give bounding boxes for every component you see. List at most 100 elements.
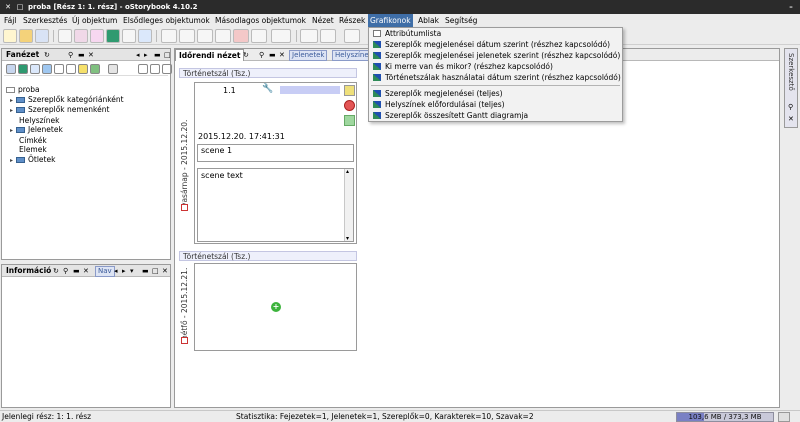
scroll-down-icon[interactable]: ▾ [346,235,349,242]
minimize-panel-icon[interactable]: ▬ [269,49,276,61]
menu-item-attributumlista[interactable]: Attribútumlista [369,28,622,39]
menu-item-helyszinek-teljes[interactable]: Helyszínek előfordulásai (teljes) [369,99,622,110]
tree-item-jelenetek[interactable]: ▸ Jelenetek [6,125,124,136]
show-memos-icon[interactable] [66,64,76,74]
menu-segitseg[interactable]: Segítség [443,14,479,27]
wrench-icon[interactable]: 🔧 [262,84,273,94]
new-chapter-icon[interactable] [74,29,88,43]
menu-item-szereplok-jelenetek[interactable]: Szereplők megjelenései jelenetek szerint… [369,50,622,61]
pin-icon[interactable]: ⚲ [68,49,73,61]
close-panel-icon[interactable]: ✕ [88,49,94,61]
menu-elsodleges[interactable]: Elsődleges objektumok [121,14,212,27]
tab-idorendi-nezet[interactable]: Időrendi nézet [175,49,245,61]
pin-icon[interactable]: ⚲ [259,49,264,61]
new-file-icon[interactable] [3,29,17,43]
scroll-right-icon[interactable]: ▸ [122,265,126,277]
grid-icon[interactable] [108,64,118,74]
scroll-right-icon[interactable]: ▸ [144,49,148,61]
show-items-icon[interactable] [42,64,52,74]
location-view-icon[interactable] [320,29,336,43]
scroll-left-icon[interactable]: ◂ [114,265,118,277]
tree-item-elemek[interactable]: Elemek [6,145,124,155]
new-location-icon[interactable] [106,29,120,43]
refresh-icon[interactable]: ↻ [53,265,59,277]
menu-nezet[interactable]: Nézet [310,14,336,27]
add-scene-icon[interactable]: + [271,302,281,312]
new-item-icon[interactable] [122,29,136,43]
minimize-panel-icon[interactable]: ▬ [78,49,85,61]
menu-masodlagos[interactable]: Másodlagos objektumok [213,14,308,27]
tab-list-icon[interactable]: ▾ [130,265,134,277]
menu-item-szereplok-teljes[interactable]: Szereplők megjelenései (teljes) [369,88,622,99]
memoria-view-icon[interactable] [233,29,249,43]
expand-all-icon[interactable] [150,64,160,74]
restore-panel-icon[interactable]: □ [164,49,171,61]
tree-view-icon[interactable] [271,29,291,43]
show-parts-icon[interactable] [6,64,16,74]
new-tag-icon[interactable] [138,29,152,43]
book-view-icon[interactable] [179,29,195,43]
memory-indicator[interactable]: 103,6 MB / 373,3 MB [676,412,774,422]
save-icon[interactable] [35,29,49,43]
scene-text-field[interactable]: scene text ▴ ▾ [197,168,354,242]
menu-item-szereplok-datum[interactable]: Szereplők megjelenései dátum szerint (ré… [369,39,622,50]
tree-options-icon[interactable] [162,64,172,74]
minimize-panel-icon[interactable]: ▬ [73,265,80,277]
show-strands-icon[interactable] [90,64,100,74]
scrollbar[interactable]: ▴ ▾ [344,168,353,242]
tab-szerkeszto[interactable]: Szerkesztő [787,53,795,91]
tree-item-cimkek[interactable]: Címkék [6,136,124,146]
edit-icon[interactable] [344,85,355,96]
close-panel-icon[interactable]: ✕ [83,265,89,277]
close-panel-icon[interactable]: ✕ [279,49,285,61]
panel-menu-icon[interactable]: ▬ [154,49,161,61]
collapse-all-icon[interactable] [138,64,148,74]
show-tags-icon[interactable] [30,64,40,74]
tree-item-helyszinek[interactable]: Helyszínek [6,116,124,126]
scene-card[interactable]: 1.1 🔧 2015.12.20. 17:41:31 scene 1 scene… [194,82,357,244]
open-folder-icon[interactable] [19,29,33,43]
menu-ablak[interactable]: Ablak [416,14,441,27]
pin-icon[interactable]: ⚲ [63,265,68,277]
menu-item-ki-merre[interactable]: Ki merre van és mikor? (részhez kapcsoló… [369,61,622,72]
menu-reszek[interactable]: Részek [337,14,367,27]
refresh-icon[interactable]: ↻ [243,49,249,61]
menu-grafikonok[interactable]: Grafikonok [368,14,413,27]
menu-szerkesztes[interactable]: Szerkesztés [21,14,69,27]
tree-item-otletek[interactable]: ▸ Ötletek [6,155,124,166]
refresh-icon[interactable]: ↻ [44,49,50,61]
chrono-view-icon[interactable] [161,29,177,43]
close-panel-icon[interactable]: ✕ [788,115,794,123]
editor-side-panel[interactable]: Szerkesztő ⚲ ✕ [784,48,798,128]
new-part-icon[interactable] [58,29,72,43]
minimize-window-icon[interactable]: – [786,0,796,14]
panel-menu-icon[interactable]: ▬ [142,265,149,277]
tab-jelenetek[interactable]: Jelenetek [289,50,328,61]
restore-panel-icon[interactable]: □ [152,265,159,277]
tree-item-root[interactable]: proba [6,85,124,95]
scroll-up-icon[interactable]: ▴ [346,168,349,175]
new-character-icon[interactable] [90,29,104,43]
show-ideas-icon[interactable] [54,64,64,74]
new-scene-icon[interactable] [344,115,355,126]
pin-icon[interactable]: ⚲ [788,103,793,111]
tree-item-szereplok-kategoria[interactable]: ▸ Szereplők kategóriánként [6,95,124,106]
empty-scene-slot[interactable]: + [194,263,357,351]
close-window-icon[interactable]: ✕ [3,0,13,14]
show-locations-icon[interactable] [18,64,28,74]
menu-uj-objektum[interactable]: Új objektum [70,14,119,27]
menu-item-tortenetszalak[interactable]: Történetszálak használatai dátum szerint… [369,72,622,83]
maximize-window-icon[interactable]: □ [15,0,25,14]
show-bulb-icon[interactable] [78,64,88,74]
storyboard-icon[interactable] [251,29,267,43]
manage-view-icon[interactable] [197,29,213,43]
delete-icon[interactable] [344,100,355,111]
garbage-collect-icon[interactable] [778,412,790,422]
link-icon[interactable] [300,29,318,43]
menu-fajl[interactable]: Fájl [2,14,18,27]
tab-nav[interactable]: Nav [95,266,115,277]
close-panel-icon[interactable]: ✕ [162,265,168,277]
scroll-left-icon[interactable]: ◂ [136,49,140,61]
menu-item-gantt[interactable]: Szereplők összesített Gantt diagramja [369,110,622,121]
reading-view-icon[interactable] [215,29,231,43]
